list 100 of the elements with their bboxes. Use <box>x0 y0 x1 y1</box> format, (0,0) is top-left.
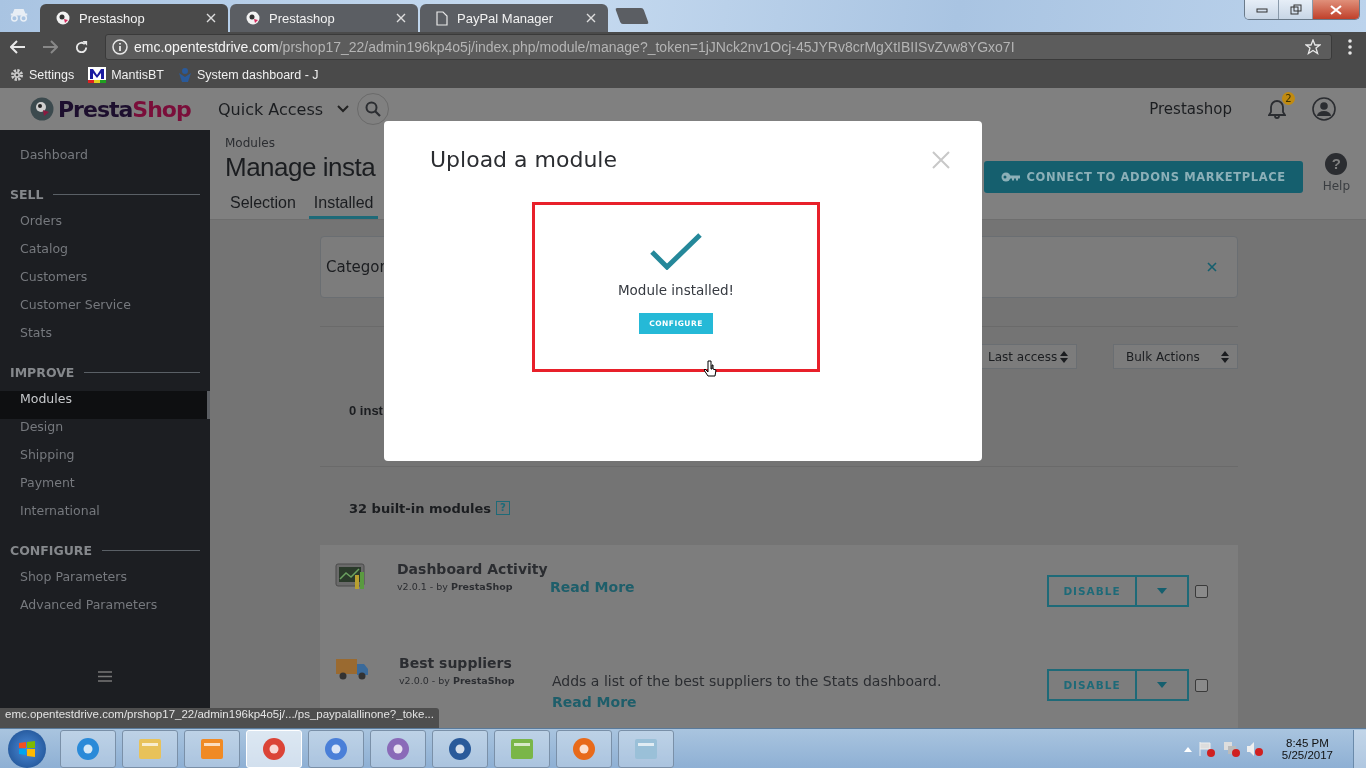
sidebar-item[interactable]: Customer Service <box>0 297 210 325</box>
network-icon[interactable] <box>1221 740 1240 757</box>
chart-icon <box>335 563 367 591</box>
search-icon <box>365 101 382 117</box>
sidebar-item[interactable]: Modules <box>0 391 210 419</box>
help-icon: ? <box>1325 153 1348 175</box>
sidebar-item[interactable]: International <box>0 503 210 531</box>
chevron-down-icon <box>337 105 350 113</box>
module-name: Dashboard Activity <box>397 561 547 577</box>
sort-select[interactable]: Last access <box>979 344 1077 369</box>
mantis-logo-icon <box>88 67 107 83</box>
section-heading: SELL <box>10 186 44 202</box>
taskbar-app-button[interactable] <box>370 729 426 768</box>
taskbar-app-button[interactable] <box>618 729 674 768</box>
back-icon[interactable] <box>10 40 26 54</box>
taskbar-app-button[interactable] <box>60 729 116 768</box>
sort-arrows-icon <box>1221 350 1229 363</box>
incognito-icon <box>8 7 30 22</box>
caret-icon <box>1157 682 1167 688</box>
module-checkbox[interactable] <box>1195 678 1208 692</box>
taskbar-app-button[interactable] <box>494 729 550 768</box>
start-button[interactable] <box>8 729 46 768</box>
caret-icon <box>1157 588 1167 594</box>
module-checkbox[interactable] <box>1195 584 1208 598</box>
bookmark-link[interactable]: Settings <box>10 68 75 82</box>
clock[interactable]: 8:45 PM 5/25/2017 <box>1281 736 1333 761</box>
url-text: emc.opentestdrive.com/prshop17_22/admin196kp4o5j/index.php/module/manage?_token=1jJNck2nv1Ocj-45JYRv8crMgXtIBIISvZvw8YGxo7I <box>134 39 1015 55</box>
menu-icon[interactable] <box>98 671 112 682</box>
info-icon <box>112 39 128 55</box>
filter-label: Categor <box>326 258 386 276</box>
module-author: PrestaShop <box>452 675 515 686</box>
browser-tab[interactable]: Prestashop <box>40 4 228 32</box>
page-tab[interactable]: Selection <box>225 194 301 219</box>
flag-icon[interactable] <box>1197 740 1216 757</box>
taskbar-app-button[interactable] <box>556 729 612 768</box>
puffin-icon <box>56 11 70 25</box>
forward-icon[interactable] <box>42 40 58 54</box>
reload-icon[interactable] <box>74 39 89 55</box>
module-version: v2.0.0 - by <box>399 675 450 686</box>
truck-icon <box>335 657 369 681</box>
page-tab[interactable]: Installed <box>308 194 379 219</box>
user-avatar-icon[interactable] <box>1312 97 1336 121</box>
page-icon <box>436 10 448 26</box>
bell-icon[interactable] <box>1268 99 1286 119</box>
windows-logo-icon <box>17 738 37 759</box>
speaker-muted-icon[interactable] <box>1245 740 1264 757</box>
sidebar-item[interactable]: Design <box>0 419 210 447</box>
browser-tab[interactable]: Prestashop <box>230 4 418 32</box>
shop-name[interactable]: Prestashop <box>1149 100 1232 118</box>
sidebar-item[interactable]: Dashboard <box>0 147 210 175</box>
sidebar-item[interactable]: Payment <box>0 475 210 503</box>
close-button[interactable] <box>1313 0 1359 19</box>
taskbar-app-button[interactable] <box>308 729 364 768</box>
module-description: Adds a list of the best suppliers to the Stats dashboard. Read More <box>552 672 943 712</box>
success-message: Module installed! <box>617 282 735 298</box>
puffin-logo-icon <box>30 97 54 121</box>
puffin-icon <box>246 11 260 25</box>
module-author: PrestaShop <box>450 581 513 592</box>
sidebar-item[interactable]: Catalog <box>0 241 210 269</box>
breadcrumb[interactable]: Modules <box>225 136 385 150</box>
new-tab-button[interactable] <box>615 8 649 24</box>
built-in-count: 32 built-in modules <box>349 500 491 516</box>
close-icon[interactable] <box>206 13 216 23</box>
dialog-title: Upload a module <box>430 147 617 172</box>
module-name: Best suppliers <box>399 655 513 671</box>
tab-title: PayPal Manager <box>457 10 555 26</box>
close-icon[interactable] <box>396 13 406 23</box>
figure-icon <box>177 67 192 83</box>
star-icon[interactable] <box>1305 39 1321 55</box>
checkmark-icon <box>650 232 702 270</box>
sidebar-item[interactable]: Advanced Parameters <box>0 597 210 625</box>
sidebar-item[interactable]: Shop Parameters <box>0 569 210 597</box>
minimize-button[interactable] <box>1245 0 1279 19</box>
bulk-actions-select[interactable]: Bulk Actions <box>1113 344 1238 369</box>
bookmark-link[interactable]: MantisBT <box>88 67 164 83</box>
quick-access-menu[interactable]: Quick Access <box>218 99 350 119</box>
section-heading: IMPROVE <box>10 364 75 380</box>
tab-title: Prestashop <box>79 10 146 26</box>
close-icon[interactable] <box>586 13 596 23</box>
taskbar-app-button[interactable] <box>122 729 178 768</box>
sidebar-item[interactable]: Orders <box>0 213 210 241</box>
restore-icon <box>1289 4 1302 15</box>
gear-icon <box>10 68 24 82</box>
sidebar-item[interactable]: Stats <box>0 325 210 353</box>
bookmark-link[interactable]: System dashboard - J <box>177 67 319 83</box>
menu-dots-icon[interactable] <box>1348 39 1352 55</box>
show-hidden-icons-icon[interactable] <box>1183 745 1192 752</box>
connect-marketplace-button[interactable]: CONNECT TO ADDONS MARKETPLACE <box>983 161 1303 193</box>
restore-button[interactable] <box>1279 0 1313 19</box>
sort-arrows-icon <box>1060 350 1068 363</box>
address-bar[interactable]: emc.opentestdrive.com/prshop17_22/admin196kp4o5j/index.php/module/manage?_token=1jJNck2nv1Ocj-45JYRv8crMgXtIBIISvZvw8YGxo7I <box>105 34 1332 60</box>
tab-title: Prestashop <box>269 10 336 26</box>
show-desktop-button[interactable] <box>1353 729 1366 768</box>
help-button[interactable]: ? Help <box>1322 153 1350 193</box>
sidebar-item[interactable]: Customers <box>0 269 210 297</box>
status-url: emc.opentestdrive.com/prshop17_22/admin196kp4o5j/.../ps_paypalallinone?_toke... <box>0 708 439 728</box>
sidebar-item[interactable]: Shipping <box>0 447 210 475</box>
taskbar-app-button[interactable] <box>432 729 488 768</box>
taskbar-app-button[interactable] <box>184 729 240 768</box>
browser-tab[interactable]: PayPal Manager <box>420 4 608 32</box>
